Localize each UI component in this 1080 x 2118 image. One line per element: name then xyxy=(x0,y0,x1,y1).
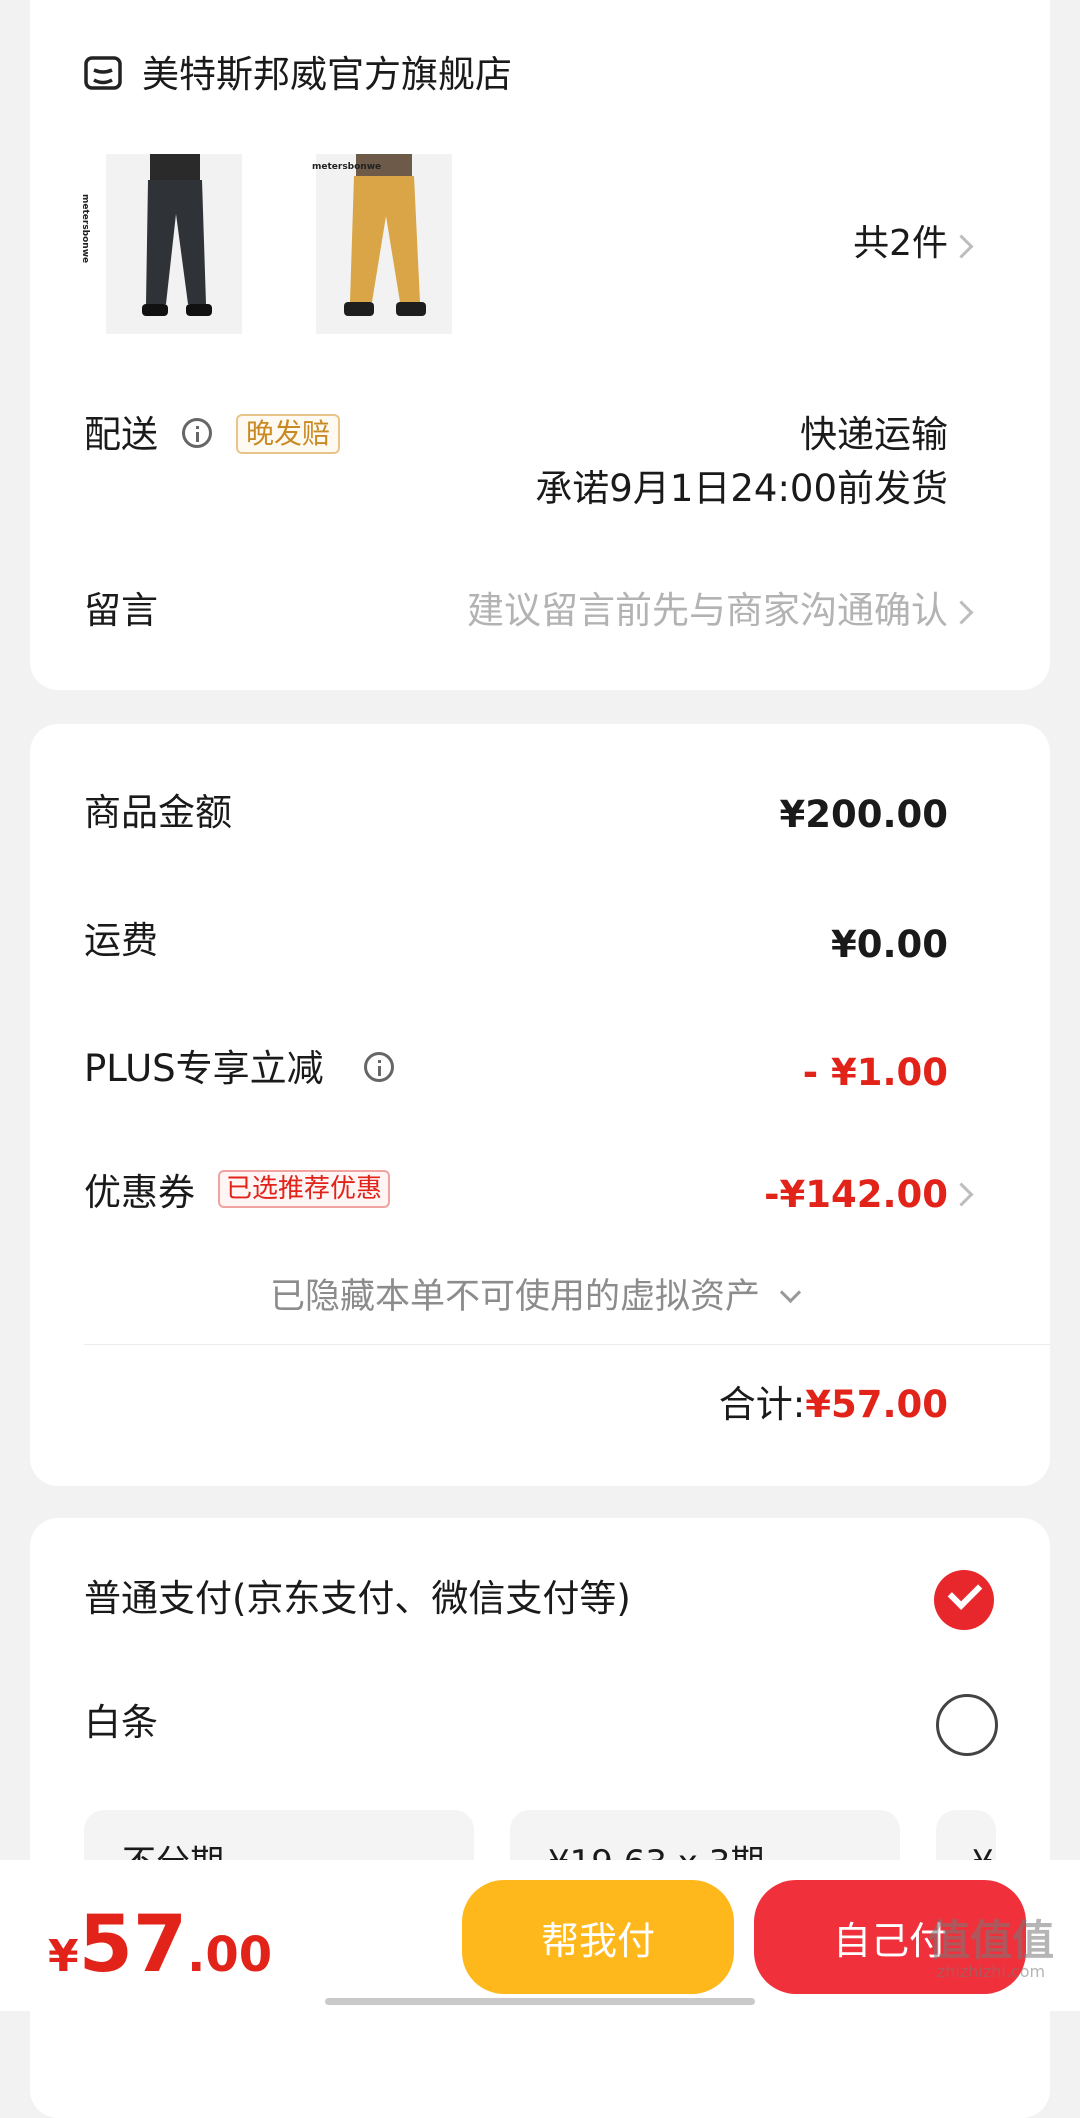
total-value: ¥57.00 xyxy=(805,1383,948,1426)
pay-amount-int: 57 xyxy=(78,1900,188,1990)
product-1-brand: metersbonwe xyxy=(80,194,90,264)
pay-currency: ¥ xyxy=(48,1931,79,1982)
product-2-brand: metersbonwe xyxy=(312,162,382,172)
chevron-down-icon xyxy=(780,1281,802,1304)
total-label: 合计: xyxy=(718,1383,806,1426)
late-delivery-badge: 晚发赔 xyxy=(236,414,341,454)
coupon-value[interactable]: -¥142.00 xyxy=(764,1176,948,1213)
checkout-bottom-bar: ¥57.00 帮我付 自己付 值值值 zhizhizhi.com xyxy=(0,1860,1080,2011)
baitiao-radio[interactable] xyxy=(936,1694,998,1756)
delivery-promise: 承诺9月1日24:00前发货 xyxy=(535,467,948,510)
watermark-text: 值值值 xyxy=(928,1916,1055,1965)
store-icon xyxy=(84,56,122,92)
goods-amount-label: 商品金额 xyxy=(84,791,232,834)
delivery-method: 快递运输 xyxy=(800,413,948,456)
goods-amount-value: ¥200.00 xyxy=(779,793,948,836)
message-chevron-icon[interactable] xyxy=(949,600,974,625)
plus-discount-label: PLUS专享立减 xyxy=(84,1047,324,1090)
delivery-label: 配送 xyxy=(84,413,158,456)
delivery-info-icon[interactable] xyxy=(182,418,212,448)
store-name[interactable]: 美特斯邦威官方旗舰店 xyxy=(142,56,512,93)
pay-amount: ¥57.00 xyxy=(48,1900,272,1990)
plus-discount-value: - ¥1.00 xyxy=(802,1051,948,1094)
message-input[interactable]: 建议留言前先与商家沟通确认 xyxy=(467,592,948,629)
order-store-card: 美特斯邦威官方旗舰店 metersbonwe metersbonwe 共2件 配… xyxy=(30,0,1050,690)
summary-divider xyxy=(84,1344,1050,1345)
coupon-label: 优惠券 xyxy=(84,1171,195,1214)
watermark: 值值值 zhizhizhi.com xyxy=(928,1916,1055,1982)
coupon-recommended-badge: 已选推荐优惠 xyxy=(218,1170,391,1208)
shipping-value: ¥0.00 xyxy=(830,923,948,966)
item-count-chevron-icon[interactable] xyxy=(949,234,974,259)
coupon-chevron-icon[interactable] xyxy=(949,1182,974,1207)
pay-amount-dec: .00 xyxy=(187,1927,273,1983)
baitiao-label[interactable]: 白条 xyxy=(84,1704,158,1741)
shipping-label: 运费 xyxy=(84,919,158,962)
item-count[interactable]: 共2件 xyxy=(853,226,948,262)
hidden-assets-text: 已隐藏本单不可使用的虚拟资产 xyxy=(270,1277,761,1317)
hidden-assets-toggle[interactable]: 已隐藏本单不可使用的虚拟资产 xyxy=(270,1277,802,1317)
plus-info-icon[interactable] xyxy=(364,1052,394,1082)
normal-payment-checkbox[interactable] xyxy=(934,1570,994,1630)
message-label: 留言 xyxy=(84,589,158,632)
normal-payment-label[interactable]: 普通支付(京东支付、微信支付等) xyxy=(84,1580,631,1617)
watermark-domain: zhizhizhi.com xyxy=(936,1962,1046,1981)
price-summary-card: 商品金额 ¥200.00 运费 ¥0.00 PLUS专享立减 - ¥1.00 优… xyxy=(30,724,1050,1486)
help-me-pay-button[interactable]: 帮我付 xyxy=(462,1880,734,1994)
product-image-2[interactable]: metersbonwe xyxy=(312,154,452,334)
home-indicator[interactable] xyxy=(325,1998,755,2005)
product-image-1[interactable]: metersbonwe xyxy=(80,154,242,334)
total-row: 合计:¥57.00 xyxy=(719,1386,948,1423)
